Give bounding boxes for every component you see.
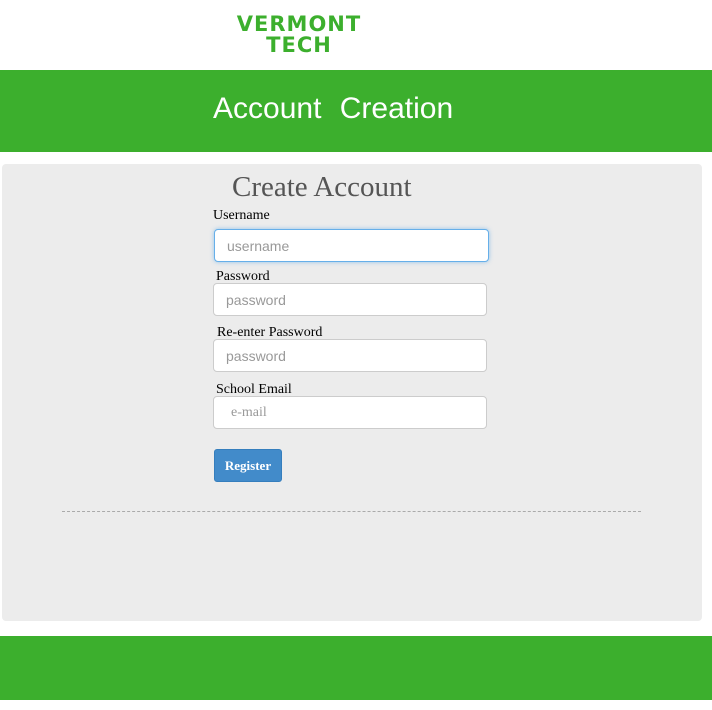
username-label: Username — [213, 208, 270, 223]
logo-line-1: VERMONT — [236, 12, 362, 36]
logo-line-2: TECH — [266, 33, 332, 57]
divider — [62, 511, 641, 512]
page-title: Account Creation — [213, 92, 454, 125]
reenter-password-input[interactable] — [213, 339, 487, 372]
footer-bar — [0, 636, 712, 700]
password-input[interactable] — [213, 283, 487, 316]
register-button[interactable]: Register — [214, 449, 282, 482]
school-email-input[interactable] — [213, 396, 487, 429]
form-title: Create Account — [232, 171, 412, 203]
vermont-tech-logo: VERMONT TECH — [234, 14, 364, 56]
username-input[interactable] — [214, 229, 489, 262]
